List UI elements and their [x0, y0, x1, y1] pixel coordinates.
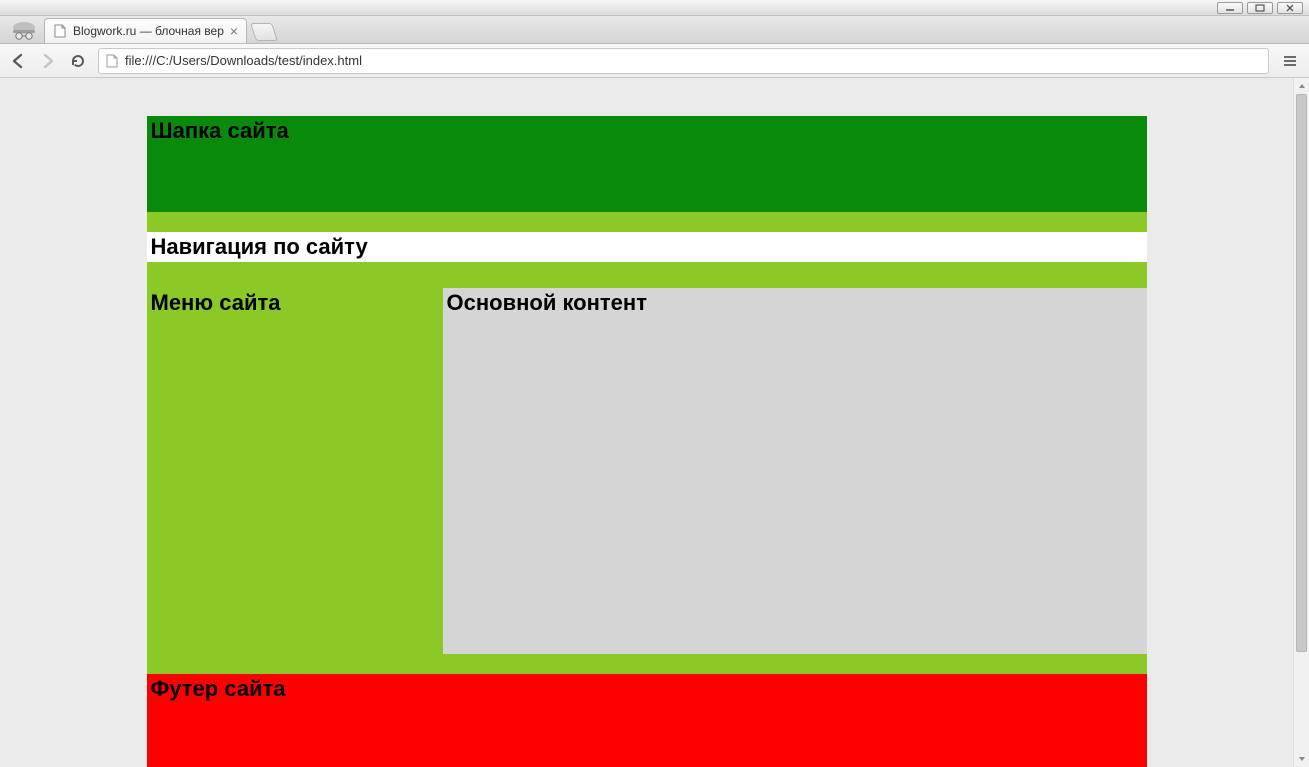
site-body: Меню сайта Основной контент: [147, 288, 1147, 674]
site-content-label: Основной контент: [443, 288, 1147, 316]
page-favicon-icon: [53, 24, 67, 38]
new-tab-button[interactable]: [250, 23, 278, 41]
site-content: Основной контент: [443, 288, 1147, 654]
chrome-menu-button[interactable]: [1279, 50, 1301, 72]
site-header-label: Шапка сайта: [147, 116, 1147, 144]
spacer: [147, 262, 1147, 288]
site-header: Шапка сайта: [147, 116, 1147, 212]
forward-button[interactable]: [38, 51, 58, 71]
tab-close-icon[interactable]: ×: [230, 24, 238, 38]
spacer: [147, 212, 1147, 232]
site-footer-label: Футер сайта: [147, 674, 1147, 702]
window-minimize-button[interactable]: [1217, 2, 1243, 14]
site-menu-label: Меню сайта: [147, 288, 443, 316]
site-nav: Навигация по сайту: [147, 232, 1147, 262]
site-menu: Меню сайта: [147, 288, 443, 674]
window-maximize-button[interactable]: [1247, 2, 1273, 14]
site-footer: Футер сайта: [147, 674, 1147, 767]
site-container: Шапка сайта Навигация по сайту Меню сайт…: [147, 116, 1147, 767]
address-bar[interactable]: [98, 48, 1269, 74]
window-close-button[interactable]: [1277, 2, 1303, 14]
scroll-thumb[interactable]: [1296, 94, 1307, 652]
browser-window: Blogwork.ru — блочная вер ×: [0, 0, 1309, 767]
reload-button[interactable]: [68, 51, 88, 71]
window-titlebar: [0, 0, 1309, 16]
tab-strip: Blogwork.ru — блочная вер ×: [0, 16, 1309, 44]
tab-title: Blogwork.ru — блочная вер: [73, 24, 224, 38]
url-input[interactable]: [125, 53, 1262, 68]
page-icon: [105, 54, 119, 68]
back-button[interactable]: [8, 51, 28, 71]
browser-tab[interactable]: Blogwork.ru — блочная вер ×: [44, 18, 247, 43]
scroll-down-icon[interactable]: [1294, 751, 1309, 767]
page-body: Шапка сайта Навигация по сайту Меню сайт…: [0, 78, 1293, 767]
scroll-track[interactable]: [1294, 94, 1309, 751]
scroll-up-icon[interactable]: [1294, 78, 1309, 94]
vertical-scrollbar[interactable]: [1293, 78, 1309, 767]
site-nav-label: Навигация по сайту: [147, 232, 1147, 260]
browser-toolbar: [0, 44, 1309, 78]
browser-viewport: Шапка сайта Навигация по сайту Меню сайт…: [0, 78, 1309, 767]
incognito-icon: [4, 17, 44, 43]
